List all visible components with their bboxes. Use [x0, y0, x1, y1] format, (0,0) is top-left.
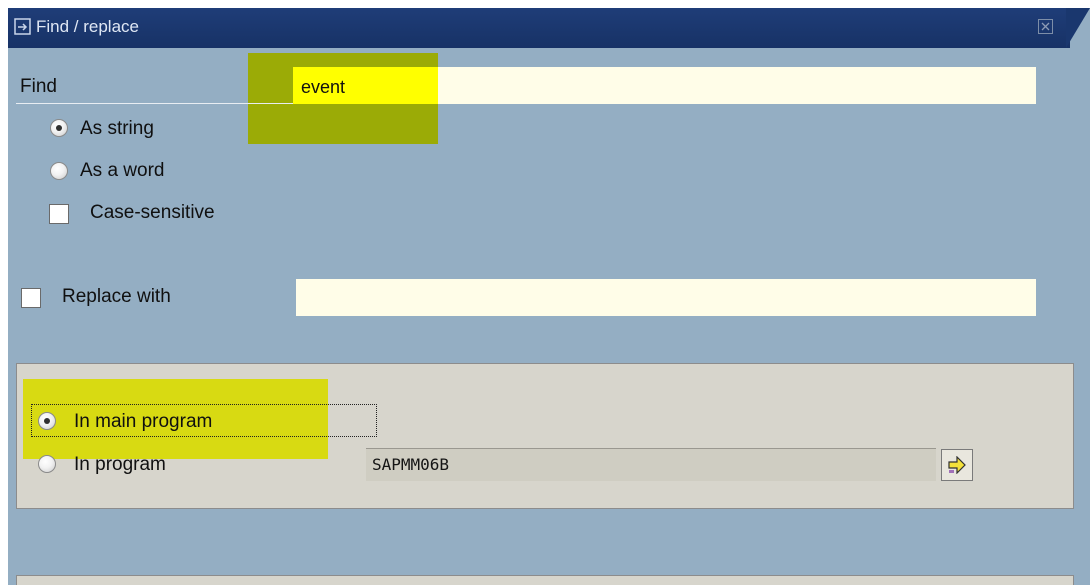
in-main-program-radio[interactable] [38, 412, 56, 430]
title-bar-corner [1066, 8, 1090, 48]
as-string-radio[interactable] [50, 119, 68, 137]
in-program-radio[interactable] [38, 455, 56, 473]
case-sensitive-label: Case-sensitive [90, 202, 215, 223]
dialog-title: Find / replace [36, 17, 139, 36]
find-label-underline [16, 103, 306, 104]
case-sensitive-checkbox[interactable] [49, 204, 69, 224]
find-label: Find [20, 76, 57, 97]
program-select-button[interactable] [941, 449, 973, 481]
in-program-label: In program [74, 454, 166, 475]
title-bar: Find / replace [8, 8, 1070, 48]
radio-selected-dot [56, 125, 62, 131]
close-icon[interactable] [1038, 19, 1053, 34]
as-a-word-radio[interactable] [50, 162, 68, 180]
replace-input[interactable] [296, 279, 1036, 316]
find-replace-dialog: Find / replace Find event As string As a… [8, 8, 1090, 585]
program-name-input[interactable]: SAPMM06B [366, 448, 936, 481]
as-string-label: As string [80, 118, 154, 139]
replace-with-label: Replace with [62, 286, 171, 307]
radio-selected-dot [44, 418, 50, 424]
lower-group-box [16, 575, 1074, 585]
as-a-word-label: As a word [80, 160, 165, 181]
find-input-value: event [301, 77, 346, 97]
replace-with-checkbox[interactable] [21, 288, 41, 308]
window-menu-icon[interactable] [14, 18, 32, 36]
in-main-program-label: In main program [74, 411, 213, 432]
